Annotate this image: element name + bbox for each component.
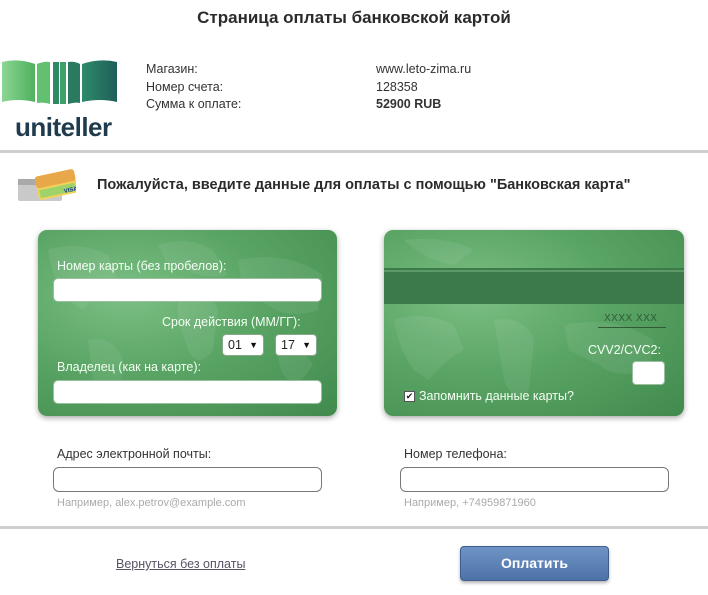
remember-card-option[interactable]: ✔ Запомнить данные карты? [404, 389, 574, 403]
account-row: Номер счета: 128358 [146, 80, 471, 98]
chevron-down-icon: ▼ [249, 340, 258, 350]
bank-cards-icon: VISA [18, 169, 76, 201]
card-holder-input[interactable] [53, 380, 322, 404]
magnetic-stripe-line [384, 270, 684, 272]
phone-field[interactable] [400, 467, 669, 492]
magnetic-stripe [384, 268, 684, 304]
back-without-payment-link[interactable]: Вернуться без оплаты [116, 557, 245, 571]
account-value: 128358 [376, 79, 418, 94]
divider-bottom [0, 526, 708, 529]
email-label: Адрес электронной почты: [57, 447, 212, 461]
amount-row: Сумма к оплате: 52900 RUB [146, 97, 471, 115]
cvv-label: CVV2/CVC2: [588, 343, 661, 357]
shop-row: Магазин: www.leto-zima.ru [146, 62, 471, 80]
signature-strip-text: XXXX XXX [604, 313, 658, 324]
remember-card-label: Запомнить данные карты? [419, 389, 574, 403]
instruction-text: Пожалуйста, введите данные для оплаты с … [97, 177, 631, 193]
cvv-input[interactable] [632, 361, 665, 385]
shop-label: Магазин: [146, 62, 198, 76]
signature-underline [598, 327, 666, 328]
remember-checkbox-checkmark-icon[interactable]: ✔ [404, 390, 415, 402]
email-hint: Например, alex.petrov@example.com [57, 497, 246, 509]
order-info: Магазин: www.leto-zima.ru Номер счета: 1… [146, 62, 471, 115]
amount-label: Сумма к оплате: [146, 97, 242, 111]
expiry-year-select[interactable]: 17 ▼ [275, 334, 317, 356]
card-front-panel: Номер карты (без пробелов): Срок действи… [38, 230, 337, 416]
pay-button[interactable]: Оплатить [460, 546, 609, 581]
expiry-label: Срок действия (ММ/ГГ): [162, 315, 301, 329]
page-title: Страница оплаты банковской картой [197, 8, 511, 27]
divider-top [0, 150, 708, 153]
chevron-down-icon: ▼ [302, 340, 311, 350]
logo-text: uniteller [15, 112, 112, 142]
expiry-month-value: 01 [228, 338, 242, 352]
shop-value: www.leto-zima.ru [376, 62, 472, 76]
card-holder-label: Владелец (как на карте): [57, 360, 201, 374]
card-number-input[interactable] [53, 278, 322, 302]
expiry-year-value: 17 [281, 338, 295, 352]
card-number-label: Номер карты (без пробелов): [57, 259, 227, 273]
expiry-month-select[interactable]: 01 ▼ [222, 334, 264, 356]
email-field[interactable] [53, 467, 322, 492]
phone-hint: Например, +74959871960 [404, 497, 536, 509]
account-label: Номер счета: [146, 79, 224, 94]
phone-label: Номер телефона: [404, 447, 507, 461]
amount-value: 52900 RUB [376, 97, 442, 111]
